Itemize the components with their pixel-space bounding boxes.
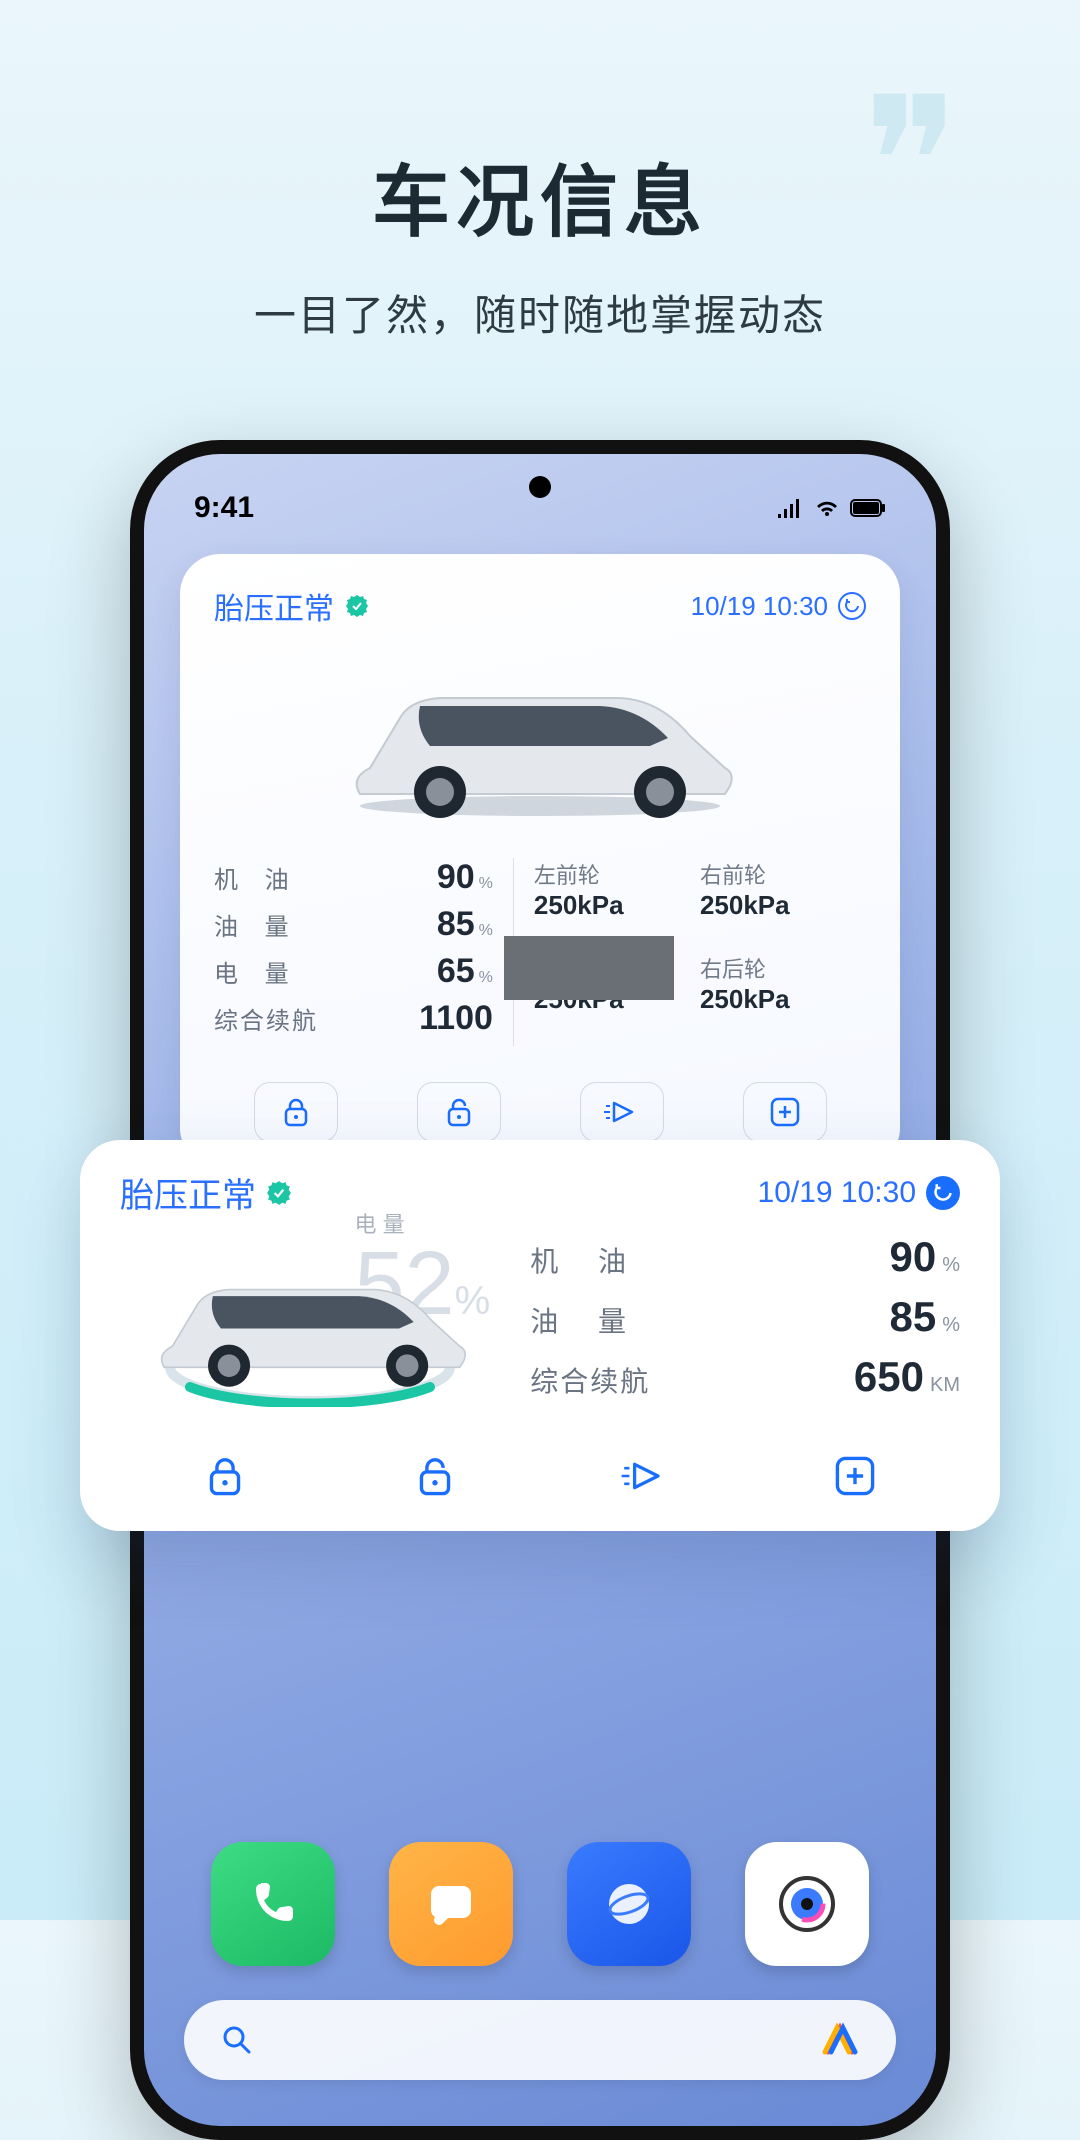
tire-fr-value: 250kPa [700,890,866,921]
tire-fl: 左前轮 250kPa [534,858,700,938]
fuel-label: 油 量 [214,907,299,942]
fuel-value: 85 [437,905,475,943]
oil-value: 90 [437,858,475,896]
stat-fuel: 油 量 85% [214,905,493,944]
tire-status-text: 胎压正常 [214,584,334,628]
tire-rr-label: 右后轮 [700,952,866,984]
wide-body: 电 量 52% 机 油 90% 油 量 85% 综合续航 650 KM [120,1227,960,1417]
search-bar[interactable] [184,2000,896,2080]
tire-stats: 左前轮 250kPa 右前轮 250kPa 左后轮 250kPa 右后轮 250… [514,858,866,1046]
unlock-button[interactable] [417,1082,501,1142]
battery-icon [850,499,886,517]
fluid-stats: 机 油 90% 油 量 85% 电 量 65% 综合续航 1100 [214,858,514,1046]
wide-header: 胎压正常 10/19 10:30 [120,1168,960,1217]
timestamp-text: 10/19 10:30 [691,591,828,622]
signal-icon [776,498,804,518]
wide-fuel-value: 85 [889,1293,936,1340]
wifi-icon [814,498,840,518]
hero-subtitle: 一目了然，随时随地掌握动态 [0,282,1080,343]
range-label: 综合续航 [214,1001,318,1036]
wide-add-button[interactable] [805,1443,905,1509]
widget-timestamp: 10/19 10:30 [691,591,866,622]
vehicle-widget-large[interactable]: 胎压正常 10/19 10:30 [180,554,900,1168]
fuel-unit: % [479,922,493,939]
dock-browser-icon[interactable] [567,1842,691,1966]
wide-fuel-label: 油 量 [530,1300,642,1340]
range-value: 1100 [419,999,493,1037]
add-button[interactable] [743,1082,827,1142]
tire-fr: 右前轮 250kPa [700,858,866,938]
widget-header: 胎压正常 10/19 10:30 [214,584,866,628]
start-button[interactable] [580,1082,664,1142]
dock [184,1842,896,1966]
redacted-block [504,936,674,1000]
wide-lock-button[interactable] [175,1443,275,1509]
status-icons [776,498,886,518]
wide-range-unit: KM [930,1374,960,1396]
wide-oil-label: 机 油 [530,1240,642,1280]
wide-status-text: 胎压正常 [120,1168,256,1217]
wide-stat-oil: 机 油 90% [530,1233,960,1281]
oil-label: 机 油 [214,860,299,895]
wide-stat-fuel: 油 量 85% [530,1293,960,1341]
wide-range-label: 综合续航 [530,1360,650,1400]
wide-action-row [120,1437,960,1509]
tire-fl-value: 250kPa [534,890,700,921]
hero-title: 车况信息 [0,140,1080,252]
search-icon [220,2023,254,2057]
wide-oil-value: 90 [889,1233,936,1280]
wide-fuel-unit: % [942,1314,960,1336]
wide-verified-badge-icon [266,1180,292,1206]
oil-unit: % [479,875,493,892]
stat-battery: 电 量 65% [214,952,493,991]
dock-camera-icon[interactable] [745,1842,869,1966]
wide-unlock-button[interactable] [385,1443,485,1509]
action-row [214,1072,866,1142]
dock-phone-icon[interactable] [211,1842,335,1966]
camera-notch [529,476,551,498]
wide-range-value: 650 [854,1353,924,1400]
wide-timestamp: 10/19 10:30 [758,1176,960,1210]
battery-value: 65 [437,952,475,990]
assistant-icon[interactable] [820,2020,860,2060]
hero-section: 车况信息 一目了然，随时随地掌握动态 [0,140,1080,343]
car-image [214,638,866,838]
wide-start-button[interactable] [595,1443,695,1509]
stats-row: 机 油 90% 油 量 85% 电 量 65% 综合续航 1100 [214,858,866,1046]
tire-fr-label: 右前轮 [700,858,866,890]
vehicle-widget-wide[interactable]: 胎压正常 10/19 10:30 电 量 52% [80,1140,1000,1531]
status-time: 9:41 [194,491,254,525]
lock-button[interactable] [254,1082,338,1142]
tire-rr-value: 250kPa [700,984,866,1015]
battery-label: 电 量 [214,954,299,989]
wide-tire-status: 胎压正常 [120,1168,292,1217]
stat-oil: 机 油 90% [214,858,493,897]
tire-fl-label: 左前轮 [534,858,700,890]
wide-oil-unit: % [942,1254,960,1276]
wide-refresh-icon[interactable] [926,1176,960,1210]
stat-range: 综合续航 1100 [214,999,493,1038]
refresh-icon[interactable] [838,592,866,620]
wide-stats: 机 油 90% 油 量 85% 综合续航 650 KM [530,1227,960,1417]
verified-badge-icon [344,593,370,619]
wide-stat-range: 综合续航 650 KM [530,1353,960,1401]
battery-unit: % [479,969,493,986]
tire-status: 胎压正常 [214,584,370,628]
wide-car-image: 电 量 52% [120,1227,500,1417]
tire-rr: 右后轮 250kPa [700,952,866,1032]
wide-timestamp-text: 10/19 10:30 [758,1176,916,1210]
dock-messages-icon[interactable] [389,1842,513,1966]
